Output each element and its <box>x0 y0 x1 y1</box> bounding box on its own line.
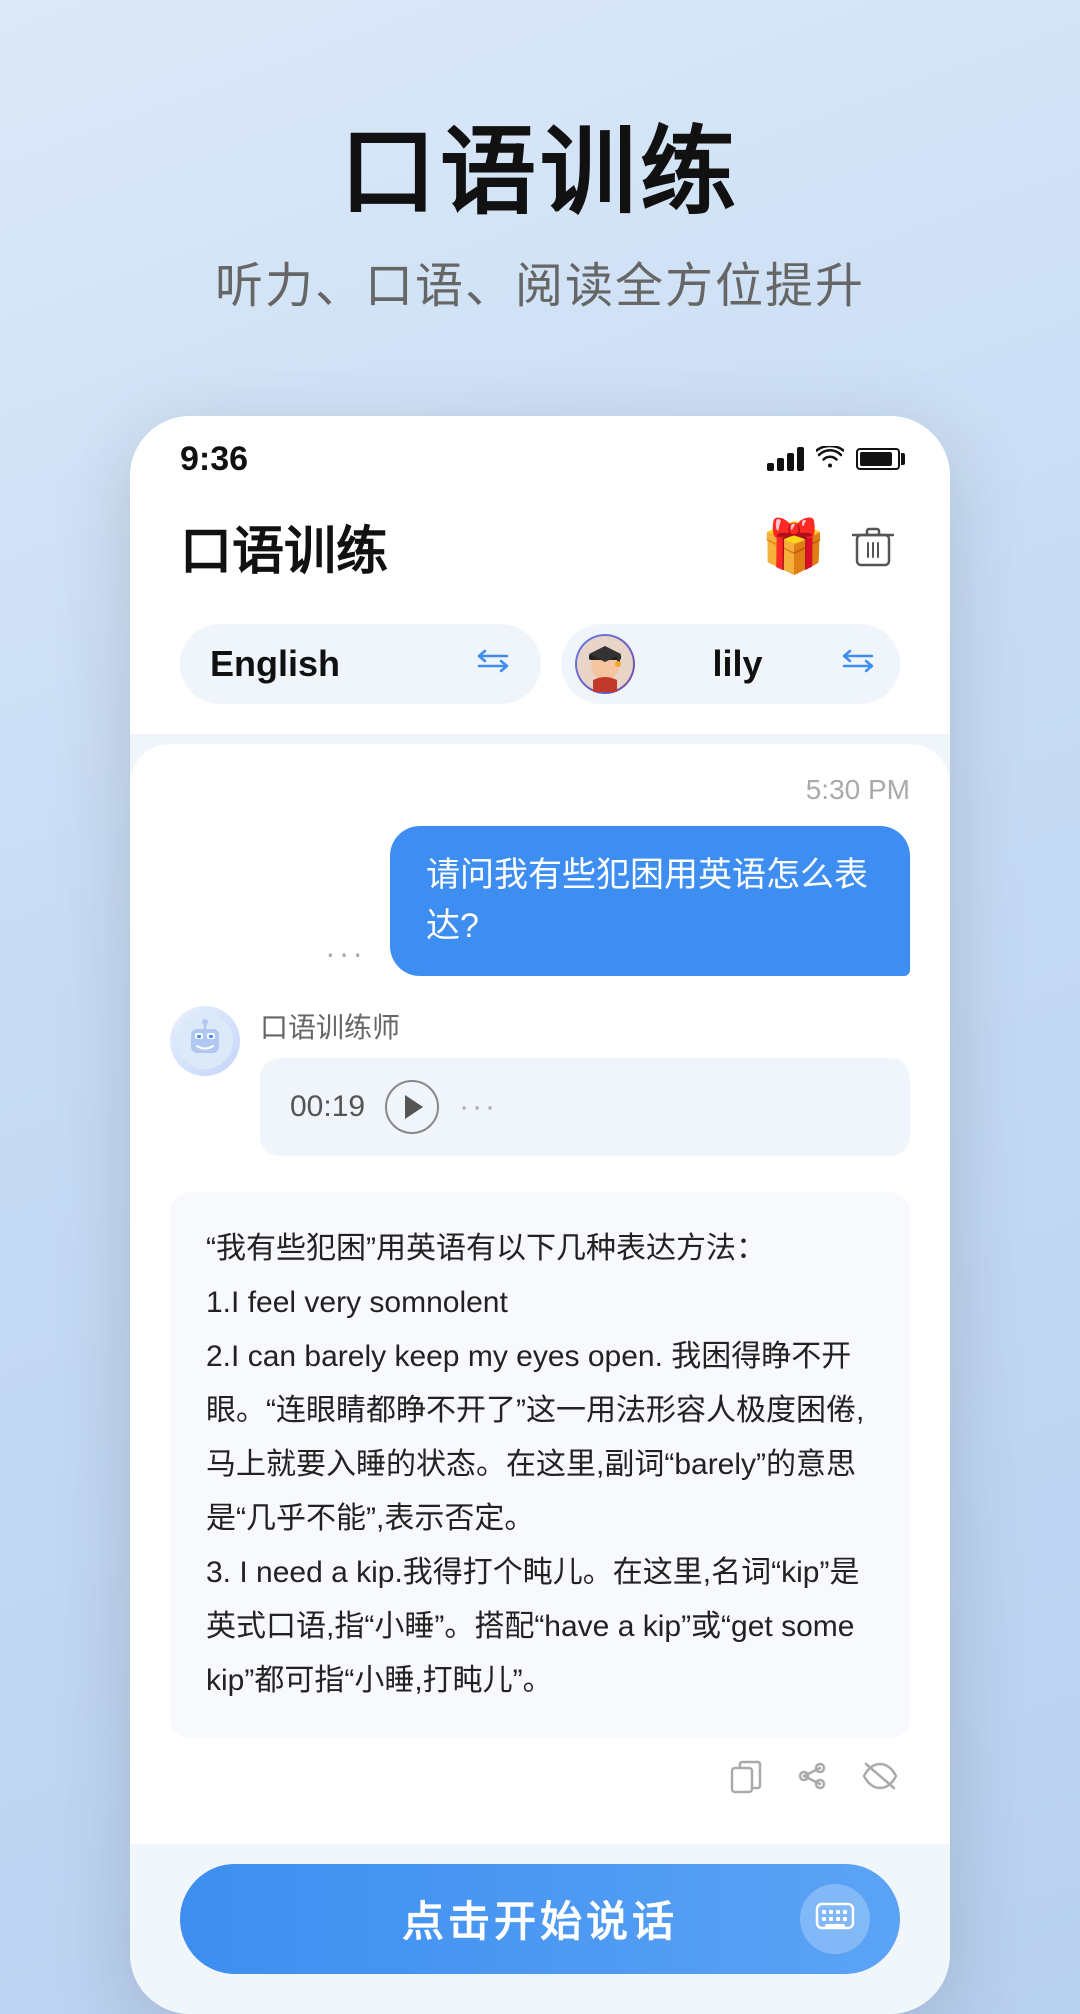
gift-icon[interactable]: 🎁 <box>761 516 826 577</box>
battery-icon <box>856 448 900 470</box>
avatar <box>575 634 635 694</box>
app-title: 口语训练 <box>180 509 388 584</box>
avatar-selector[interactable]: lily <box>561 624 900 704</box>
text-response: “我有些犯困”用英语有以下几种表达方法： 1.I feel very somno… <box>170 1192 910 1738</box>
language-label: English <box>210 643 340 685</box>
ai-avatar <box>170 1006 240 1076</box>
share-icon[interactable] <box>794 1758 830 1803</box>
app-header-icons: 🎁 <box>761 516 900 577</box>
user-message-options[interactable]: ··· <box>317 931 374 976</box>
response-content: “我有些犯困”用英语有以下几种表达方法： 1.I feel very somno… <box>206 1232 864 1697</box>
wifi-icon <box>816 444 844 475</box>
sub-title: 听力、口语、阅读全方位提升 <box>40 246 1040 316</box>
start-button-label: 点击开始说话 <box>402 1888 678 1949</box>
bottom-bar: 点击开始说话 <box>130 1844 950 2014</box>
app-header: 口语训练 🎁 <box>130 489 950 604</box>
status-bar: 9:36 <box>130 416 950 489</box>
user-message-row: ··· 请问我有些犯困用英语怎么表达? <box>170 826 910 976</box>
avatar-swap-icon <box>840 647 876 681</box>
phone-inner: 9:36 <box>130 416 950 2014</box>
audio-duration: 00:19 <box>290 1090 365 1124</box>
keyboard-icon <box>800 1884 870 1954</box>
audio-options[interactable]: ··· <box>459 1090 498 1124</box>
ai-name: 口语训练师 <box>260 1006 910 1046</box>
language-swap-icon <box>475 647 511 681</box>
header-section: 口语训练 听力、口语、阅读全方位提升 <box>0 0 1080 376</box>
response-actions <box>170 1758 910 1803</box>
user-bubble: 请问我有些犯困用英语怎么表达? <box>390 826 910 976</box>
hide-icon[interactable] <box>860 1758 900 1803</box>
main-title: 口语训练 <box>40 120 1040 226</box>
chat-area: 5:30 PM ··· 请问我有些犯困用英语怎么表达? <box>130 744 950 1844</box>
start-speaking-button[interactable]: 点击开始说话 <box>180 1864 900 1974</box>
play-button[interactable] <box>385 1080 439 1134</box>
chat-time: 5:30 PM <box>170 774 910 806</box>
delete-button[interactable] <box>846 519 900 573</box>
audio-bubble: 00:19 ··· <box>260 1058 910 1156</box>
language-selector[interactable]: English <box>180 624 541 704</box>
phone-mockup: 9:36 <box>130 416 950 2014</box>
signal-icon <box>767 447 804 471</box>
avatar-name: lily <box>712 643 762 685</box>
copy-icon[interactable] <box>728 1758 764 1803</box>
status-time: 9:36 <box>180 440 248 479</box>
ai-message-content: 口语训练师 00:19 ··· <box>260 1006 910 1172</box>
ai-message-row: 口语训练师 00:19 ··· <box>170 1006 910 1172</box>
status-icons <box>767 444 900 475</box>
selector-row: English <box>130 604 950 734</box>
